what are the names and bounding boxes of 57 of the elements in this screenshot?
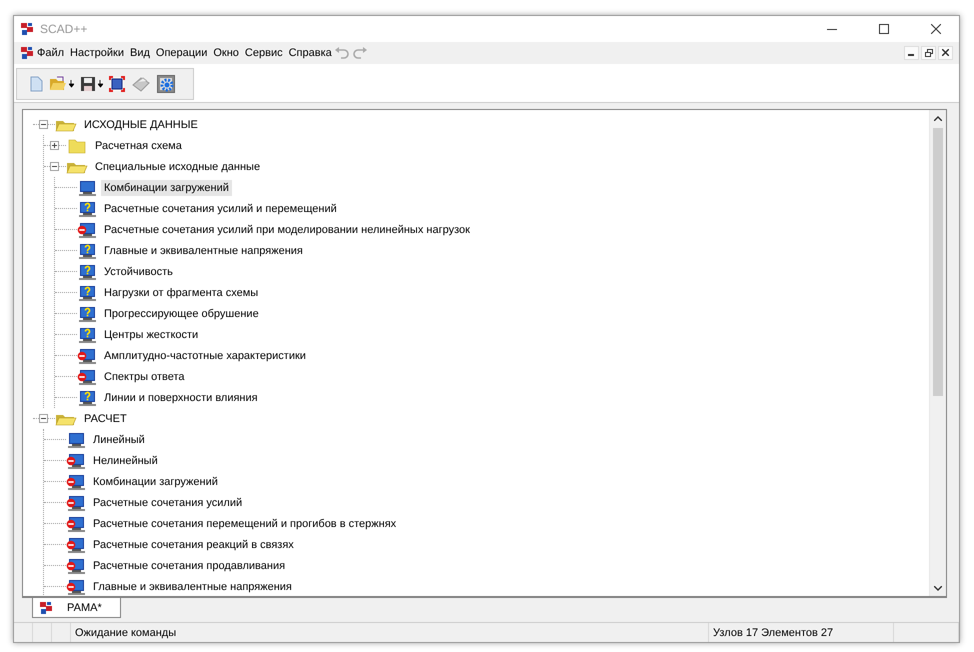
menu-item[interactable]: Вид (126, 44, 153, 61)
tree-item[interactable]: Главные и эквивалентные напряжения (90, 578, 295, 595)
frame-button[interactable] (109, 76, 125, 92)
menu-logo-icon (20, 46, 34, 60)
tree-item[interactable]: ИСХОДНЫЕ ДАННЫЕ (81, 116, 201, 133)
restore-icon (924, 48, 932, 57)
tree-item[interactable]: Расчетные сочетания усилий и перемещений (101, 200, 340, 217)
status-message: Ожидание команды (75, 626, 176, 639)
settings-button[interactable] (157, 74, 175, 93)
dropdown-arrow-icon (98, 80, 103, 88)
tree-item[interactable]: Расчетные сочетания продавливания (90, 558, 288, 574)
save-button[interactable] (80, 76, 103, 92)
scrollbar[interactable] (929, 110, 946, 596)
close-icon (931, 24, 941, 34)
tree-item[interactable]: Нелинейный (90, 452, 161, 469)
tree-item[interactable]: Линейный (90, 432, 148, 448)
tree-item[interactable]: Расчетные сочетания усилий при моделировании нелинейных нагрузок (101, 222, 473, 238)
dropdown-arrow-icon (69, 80, 74, 88)
minimize-button[interactable] (904, 46, 919, 60)
tree-item[interactable]: Устойчивость (101, 264, 176, 280)
collapse-toggle[interactable] (39, 414, 48, 424)
tree-item[interactable]: Центры жесткости (101, 326, 202, 343)
scroll-up-icon[interactable] (934, 116, 942, 121)
close-button[interactable] (938, 46, 953, 60)
restore-button[interactable] (921, 46, 936, 60)
tree-item[interactable]: Расчетные сочетания реакций в связях (90, 536, 297, 553)
open-folder-button[interactable] (49, 76, 74, 92)
close-icon (942, 49, 949, 56)
tree-item[interactable]: Специальные исходные данные (92, 158, 264, 175)
menu-item[interactable]: Настройки (67, 44, 127, 61)
menu-item[interactable]: Справка (286, 44, 335, 61)
tree-item[interactable]: Спектры ответа (101, 368, 188, 385)
tree-item[interactable]: Линии и поверхности влияния (101, 390, 261, 406)
tree-item[interactable]: Расчетные сочетания усилий (90, 494, 246, 511)
tree-item[interactable]: РАСЧЕТ (81, 410, 130, 427)
tree-item[interactable]: Амплитудно-частотные характеристики (101, 348, 309, 364)
tree-item[interactable]: Расчетные сочетания перемещений и прогибов в стержнях (90, 516, 400, 532)
tree-item[interactable]: Нагрузки от фрагмента схемы (101, 284, 262, 301)
menu-item[interactable]: Операции (152, 44, 210, 61)
maximize-icon (879, 24, 889, 34)
tree-item[interactable]: Комбинации загружений (90, 474, 221, 490)
collapse-toggle[interactable] (50, 162, 59, 172)
collapse-toggle[interactable] (39, 120, 48, 130)
document-tab[interactable]: РАМА* (32, 598, 121, 618)
menu-item[interactable]: Сервис (242, 44, 286, 61)
tab-logo-icon (39, 600, 53, 615)
menu-item[interactable]: Файл (34, 44, 68, 61)
app-logo-icon (20, 22, 34, 36)
menu-item[interactable]: Окно (210, 44, 242, 61)
status-counts: Узлов 17 Элементов 27 (713, 626, 834, 639)
scroll-down-icon[interactable] (934, 586, 942, 591)
tree-item[interactable]: Прогрессирующее обрушение (101, 306, 262, 322)
window-title: SCAD++ (40, 22, 88, 36)
tree-item[interactable]: Комбинации загружений (101, 180, 232, 196)
expand-toggle[interactable] (50, 141, 59, 150)
tree-item[interactable]: Главные и эквивалентные напряжения (101, 242, 306, 259)
tree-item[interactable]: Расчетная схема (92, 138, 185, 154)
